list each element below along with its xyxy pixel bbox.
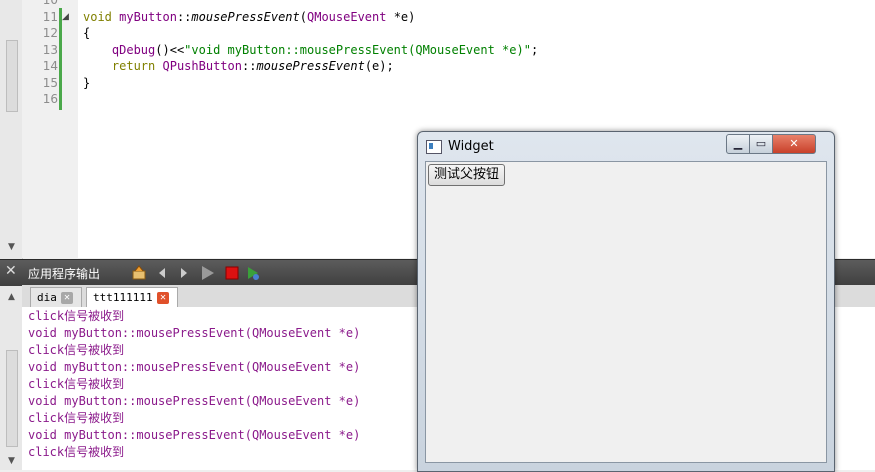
line-number: 12	[42, 26, 58, 40]
line-number-gutter: 10 11 12 13 14 15 16 ◢	[22, 0, 78, 258]
widget-client-area: 测试父按钮	[425, 161, 827, 463]
output-line: void myButton::mousePressEvent(QMouseEve…	[28, 428, 361, 442]
output-line: click信号被收到	[28, 445, 125, 459]
output-scrollbar-thumb[interactable]	[6, 350, 18, 447]
output-line: void myButton::mousePressEvent(QMouseEve…	[28, 326, 361, 340]
tab-ttt111111[interactable]: ttt111111 ✕	[86, 287, 178, 309]
output-scroll-down-arrow-icon[interactable]: ▼	[8, 456, 15, 466]
line-number: 15	[42, 76, 58, 90]
output-line: void myButton::mousePressEvent(QMouseEve…	[28, 394, 361, 408]
close-button[interactable]: ✕	[772, 134, 816, 154]
run-icon[interactable]	[199, 265, 215, 281]
code-line-12: {	[83, 26, 91, 40]
window-title: Widget	[448, 139, 494, 154]
output-line: void myButton::mousePressEvent(QMouseEve…	[28, 360, 361, 374]
output-line: click信号被收到	[28, 343, 125, 357]
line-number: 14	[42, 59, 58, 73]
close-pane-icon[interactable]: ✕	[5, 263, 17, 279]
line-number: 10	[42, 0, 58, 7]
fold-arrow-icon[interactable]: ◢	[62, 12, 69, 22]
test-parent-button[interactable]: 测试父按钮	[428, 164, 506, 186]
tab-label: dia	[37, 291, 57, 304]
next-item-icon[interactable]	[176, 265, 192, 281]
scroll-down-arrow-icon[interactable]: ▼	[8, 242, 15, 252]
tab-label: ttt111111	[93, 291, 153, 304]
window-app-icon	[426, 140, 442, 154]
tab-close-icon[interactable]: ✕	[61, 292, 73, 304]
output-pane-title: 应用程序输出	[28, 267, 101, 281]
editor-scrollbar-thumb[interactable]	[6, 40, 18, 112]
left-scroll-strip: ▼ ▲ ▼	[0, 0, 23, 470]
code-line-11: void myButton::mousePressEvent(QMouseEve…	[83, 10, 416, 24]
output-scroll-up-arrow-icon[interactable]: ▲	[8, 292, 15, 302]
output-line: click信号被收到	[28, 377, 125, 391]
widget-window[interactable]: Widget ▁ ▭ ✕ 测试父按钮	[417, 131, 835, 472]
stop-icon[interactable]	[224, 265, 240, 281]
line-number: 13	[42, 43, 58, 57]
code-line-15: }	[83, 76, 91, 90]
tab-close-icon[interactable]: ✕	[157, 292, 169, 304]
clear-output-icon[interactable]	[131, 265, 147, 281]
code-line-14: return QPushButton::mousePressEvent(e);	[111, 59, 394, 73]
line-number: 16	[42, 92, 58, 106]
maximize-button[interactable]: ▭	[749, 134, 773, 154]
attach-debugger-icon[interactable]	[245, 265, 261, 281]
minimize-button[interactable]: ▁	[726, 134, 750, 154]
output-line: click信号被收到	[28, 411, 125, 425]
previous-item-icon[interactable]	[154, 265, 170, 281]
tab-dia[interactable]: dia ✕	[30, 287, 82, 308]
output-line: click信号被收到	[28, 309, 125, 323]
code-line-13: qDebug()<<"void myButton::mousePressEven…	[111, 43, 539, 57]
changed-lines-marker	[59, 8, 62, 110]
line-number: 11	[42, 10, 58, 24]
